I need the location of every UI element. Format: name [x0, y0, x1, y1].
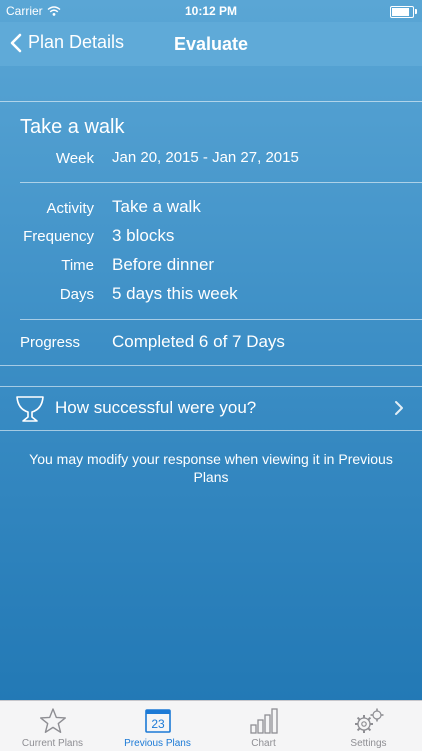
detail-label-frequency: Frequency: [23, 228, 94, 245]
detail-label-time: Time: [61, 257, 94, 274]
progress-label: Progress: [20, 334, 81, 351]
tab-current-plans[interactable]: Current Plans: [0, 701, 105, 751]
battery-icon: [390, 6, 417, 18]
calendar-badge: 23: [151, 717, 165, 731]
detail-value-activity: Take a walk: [112, 197, 201, 216]
detail-value-frequency: 3 blocks: [112, 226, 175, 245]
calendar-icon: 23: [144, 709, 171, 733]
divider: [0, 365, 422, 366]
bar-chart-icon: [249, 708, 278, 734]
detail-value-days: 5 days this week: [112, 284, 238, 303]
chevron-right-icon: [395, 401, 403, 415]
tab-settings[interactable]: Settings: [316, 701, 421, 751]
divider: [0, 101, 422, 102]
star-icon: [39, 708, 66, 733]
tab-label: Current Plans: [21, 738, 84, 749]
detail-label-days: Days: [59, 286, 94, 303]
tab-label: Settings: [350, 738, 387, 749]
divider: [0, 430, 422, 431]
trophy-icon: [16, 396, 44, 422]
evaluate-label: How successful were you?: [55, 398, 257, 417]
page-title: Evaluate: [173, 34, 249, 54]
tab-chart[interactable]: Chart: [211, 701, 316, 751]
status-bar: Carrier 10:12 PM: [0, 0, 422, 22]
week-value: Jan 20, 2015 - Jan 27, 2015: [112, 149, 299, 166]
progress-value: Completed 6 of 7 Days: [112, 332, 285, 351]
detail-value-time: Before dinner: [112, 255, 215, 274]
divider: [20, 319, 422, 320]
navigation-bar: Plan Details Evaluate: [0, 22, 422, 66]
tab-bar: Current Plans 23 Previous Plans Chart Se…: [0, 700, 422, 751]
status-time: 10:12 PM: [184, 4, 238, 18]
divider: [20, 182, 422, 183]
week-label: Week: [55, 150, 94, 167]
plan-title: Take a walk: [20, 116, 125, 138]
gears-icon: [354, 708, 383, 733]
tab-label: Chart: [251, 738, 276, 749]
tab-label: Previous Plans: [124, 738, 191, 749]
modify-response-note: You may modify your response when viewin…: [29, 451, 393, 485]
detail-label-activity: Activity: [46, 200, 94, 217]
evaluate-success-row[interactable]: How successful were you?: [0, 386, 422, 430]
tab-previous-plans[interactable]: 23 Previous Plans: [105, 701, 210, 751]
